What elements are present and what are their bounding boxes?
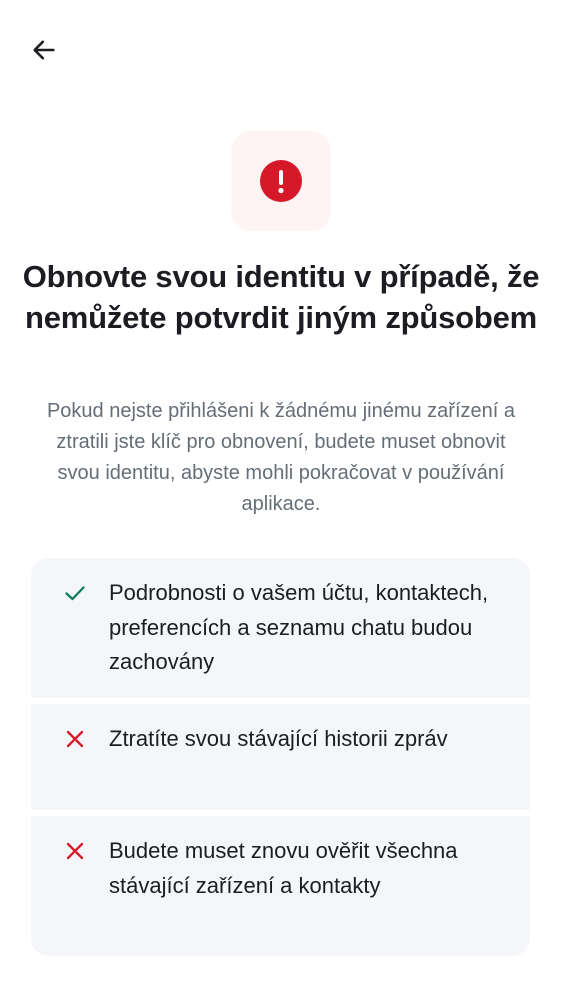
check-icon bbox=[63, 581, 87, 605]
alert-circle-icon bbox=[260, 160, 302, 202]
list-item-reverify-devices: Budete muset znovu ověřit všechna stávaj… bbox=[31, 816, 530, 956]
list-item-kept-details: Podrobnosti o vašem účtu, kontaktech, pr… bbox=[31, 558, 530, 698]
close-icon bbox=[63, 727, 87, 751]
list-item-text: Podrobnosti o vašem účtu, kontaktech, pr… bbox=[109, 580, 489, 674]
back-button[interactable] bbox=[24, 30, 64, 70]
page-title: Obnovte svou identitu v případě, že nemů… bbox=[22, 259, 540, 335]
list-item-lost-history: Ztratíte svou stávající historii zpráv bbox=[31, 704, 530, 810]
arrow-left-icon bbox=[33, 40, 55, 60]
list-item-text: Ztratíte svou stávající historii zpráv bbox=[109, 726, 448, 751]
close-icon bbox=[63, 839, 87, 863]
page-description: Pokud nejste přihlášeni k žádnému jinému… bbox=[46, 400, 516, 515]
consequences-list: Podrobnosti o vašem účtu, kontaktech, pr… bbox=[31, 558, 530, 956]
list-item-text: Budete muset znovu ověřit všechna stávaj… bbox=[109, 838, 458, 898]
alert-tile bbox=[231, 131, 331, 231]
